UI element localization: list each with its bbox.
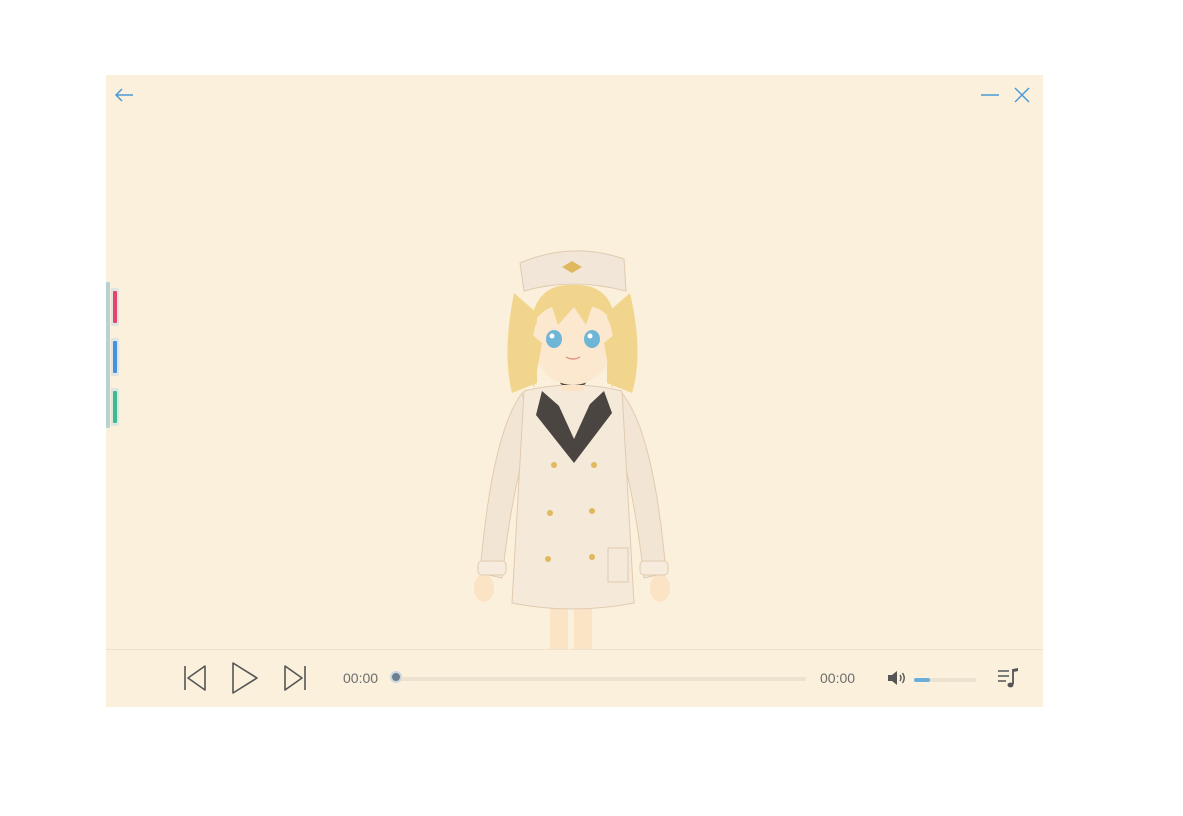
playlist-button[interactable] xyxy=(996,666,1020,690)
volume-icon xyxy=(888,671,905,685)
side-dock xyxy=(106,282,120,428)
previous-button[interactable] xyxy=(182,664,208,692)
minimize-icon xyxy=(981,94,999,96)
play-icon xyxy=(232,662,258,694)
player-window: 00:00 00:00 xyxy=(106,75,1043,707)
arrow-left-icon xyxy=(114,88,133,102)
total-time: 00:00 xyxy=(820,670,856,686)
current-time: 00:00 xyxy=(343,670,379,686)
next-button[interactable] xyxy=(282,664,308,692)
dock-tab-red[interactable] xyxy=(111,288,119,326)
player-controls: 00:00 00:00 xyxy=(106,649,1043,707)
dock-rail xyxy=(106,282,110,428)
playlist-icon xyxy=(998,668,1018,688)
tab-marker-icon xyxy=(113,391,117,423)
minimize-button[interactable] xyxy=(978,85,1002,105)
close-button[interactable] xyxy=(1010,85,1034,105)
skip-next-icon xyxy=(284,665,306,691)
volume-slider[interactable] xyxy=(914,678,976,682)
volume-button[interactable] xyxy=(886,669,908,687)
progress-slider[interactable] xyxy=(390,671,806,683)
play-button[interactable] xyxy=(230,661,260,695)
dock-tab-green[interactable] xyxy=(111,388,119,426)
progress-handle[interactable] xyxy=(390,671,402,683)
back-button[interactable] xyxy=(112,85,136,105)
volume-fill xyxy=(914,678,930,682)
close-icon xyxy=(1014,87,1030,103)
tab-marker-icon xyxy=(113,341,117,373)
anime-girl-illustration xyxy=(474,250,670,649)
skip-previous-icon xyxy=(184,665,206,691)
tab-marker-icon xyxy=(113,291,117,323)
dock-tab-blue[interactable] xyxy=(111,338,119,376)
